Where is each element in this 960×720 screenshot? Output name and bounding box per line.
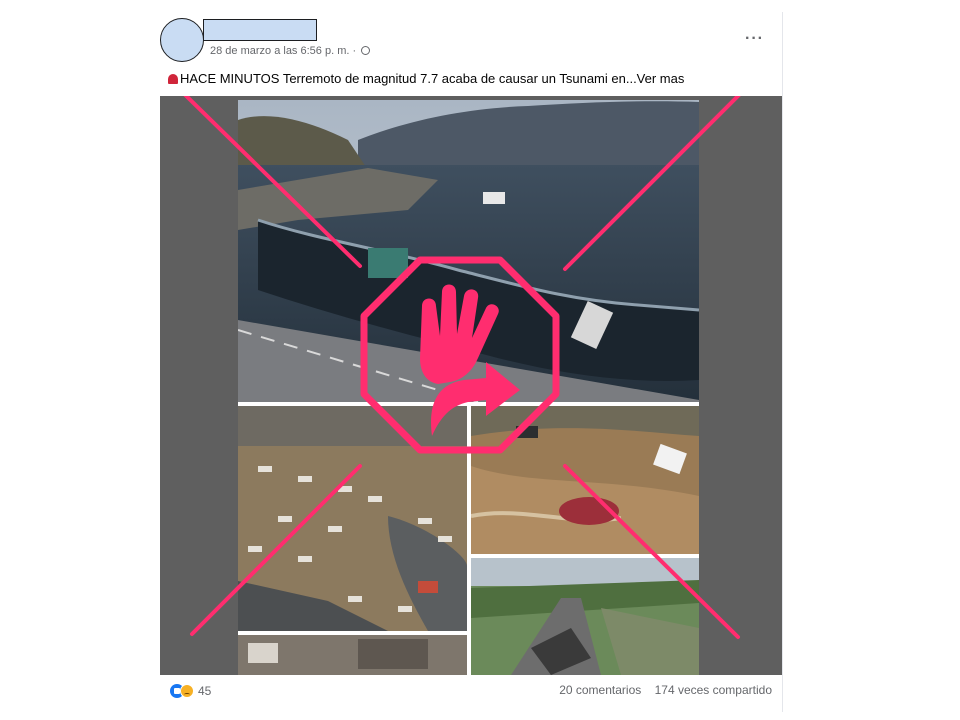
cross-line-bottom-left	[190, 464, 362, 636]
post-image[interactable]	[160, 96, 782, 675]
comments-link[interactable]: 20 comentarios	[559, 683, 641, 697]
cross-line-top-left	[183, 96, 362, 268]
engagement-stats: 20 comentarios 174 veces compartido	[549, 683, 772, 697]
post-timestamp[interactable]: 28 de marzo a las 6:56 p. m. ·	[210, 45, 356, 57]
sad-icon	[180, 683, 194, 698]
post-meta: 28 de marzo a las 6:56 p. m. ·	[210, 45, 371, 57]
avatar[interactable]	[160, 18, 204, 62]
cross-line-top-right	[563, 96, 741, 271]
reaction-count: 45	[198, 683, 212, 698]
false-claim-overlay	[183, 96, 741, 639]
post-text-content[interactable]: HACE MINUTOS Terremoto de magnitud 7.7 a…	[180, 71, 684, 86]
globe-icon	[361, 46, 371, 55]
post-text: HACE MINUTOS Terremoto de magnitud 7.7 a…	[168, 71, 684, 86]
author-name-redacted[interactable]	[203, 19, 317, 41]
cross-line-bottom-right	[563, 464, 740, 639]
stop-hand-icon	[360, 256, 560, 454]
reactions-summary[interactable]: 45	[170, 683, 211, 698]
post-footer: 45 20 comentarios 174 veces compartido	[160, 680, 782, 704]
more-options-button[interactable]: ···	[745, 30, 764, 48]
siren-icon	[168, 74, 178, 84]
shares-link[interactable]: 174 veces compartido	[655, 683, 772, 697]
